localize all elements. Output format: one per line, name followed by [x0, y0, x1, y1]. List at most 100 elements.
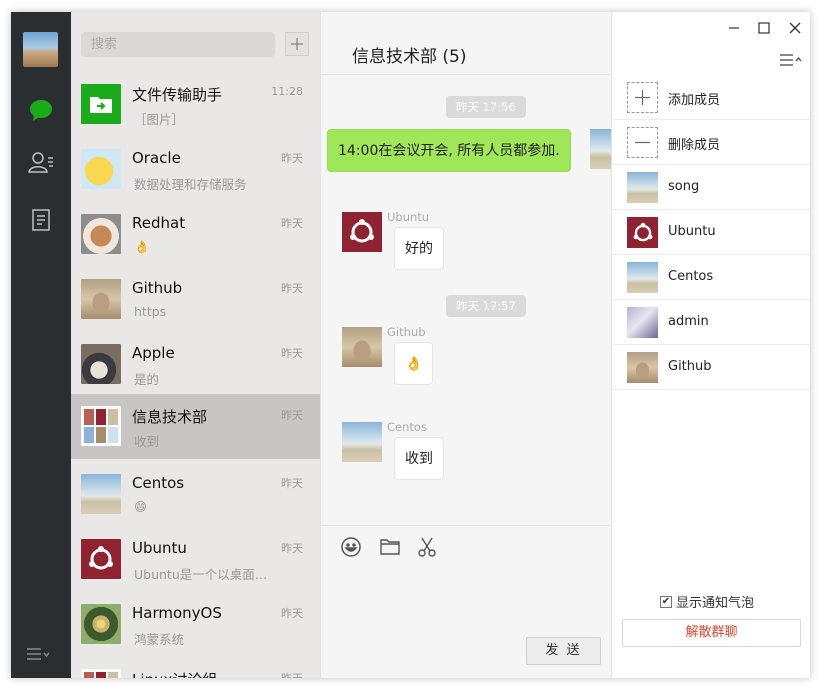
conversation-preview: 👌 — [134, 239, 150, 254]
remove-member-label: 删除成员 — [668, 138, 721, 153]
my-avatar[interactable] — [23, 32, 58, 67]
member-avatar — [627, 307, 658, 338]
conversation-item[interactable]: 文件传输助手 ［图片］ 11:28 — [71, 72, 320, 137]
message-bubble[interactable]: 好的 — [394, 227, 444, 270]
message-bubble-self[interactable]: 14:00在会议开会, 所有人员都参加. — [327, 129, 571, 172]
add-chat-button[interactable] — [285, 32, 309, 56]
redhat-avatar — [81, 214, 121, 254]
member-item[interactable]: admin — [612, 300, 810, 345]
search-input[interactable]: 搜索 — [81, 32, 275, 57]
conversation-name: Github — [132, 279, 183, 297]
conversation-preview: ［图片］ — [134, 112, 185, 127]
conversation-name: Linux讨论组 — [132, 669, 217, 678]
plus-icon — [627, 82, 658, 113]
contacts-icon[interactable] — [26, 147, 56, 177]
conversation-item[interactable]: Ubuntu Ubuntu是一个以桌面… 昨天 — [71, 527, 320, 592]
message-sender: Centos — [387, 420, 427, 434]
conversation-time: 昨天 — [281, 347, 303, 360]
conversation-item[interactable]: HarmonyOS 鸿蒙系统 昨天 — [71, 592, 320, 657]
minimize-icon[interactable] — [726, 20, 742, 36]
member-avatar — [627, 352, 658, 383]
github-avatar — [81, 279, 121, 319]
member-avatar — [627, 262, 658, 293]
chat-menu-icon[interactable] — [778, 52, 804, 68]
github-avatar[interactable] — [342, 327, 382, 367]
remove-member-button[interactable]: 删除成员 — [612, 120, 810, 165]
folder-icon[interactable] — [379, 536, 401, 558]
linux-group-avatar — [81, 669, 121, 678]
settings-menu-icon[interactable] — [25, 646, 55, 666]
centos-avatar[interactable] — [342, 422, 382, 462]
conversation-item[interactable]: Apple 是的 昨天 — [71, 332, 320, 397]
conversation-name: Apple — [132, 344, 175, 362]
conversation-time: 昨天 — [281, 409, 303, 422]
message-timestamp: 昨天 17:57 — [446, 295, 526, 317]
conversation-item[interactable]: Redhat 👌 昨天 — [71, 202, 320, 267]
add-member-button[interactable]: 添加成员 — [612, 75, 810, 120]
conversation-item-selected[interactable]: 信息技术部 收到 昨天 — [71, 394, 320, 459]
nav-sidebar — [11, 12, 71, 678]
file-transfer-avatar — [81, 84, 121, 124]
member-item[interactable]: Github — [612, 345, 810, 390]
member-item[interactable]: song — [612, 165, 810, 210]
send-button[interactable]: 发 送 — [526, 637, 601, 665]
message-bubble[interactable]: 👌 — [394, 342, 434, 385]
apple-avatar — [81, 344, 121, 384]
conversation-item[interactable]: Linux讨论组 昨天 — [71, 657, 320, 678]
chat-icon[interactable] — [26, 95, 56, 125]
chat-area: 信息技术部 (5) 昨天 17:56 14:00在会议开会, 所有人员都参加. … — [320, 12, 612, 678]
member-name: Centos — [668, 269, 714, 284]
member-name: Ubuntu — [668, 224, 716, 239]
notify-toggle[interactable]: ✔ 显示通知气泡 — [660, 592, 754, 611]
emoji-icon[interactable] — [340, 536, 362, 558]
notify-label: 显示通知气泡 — [676, 596, 755, 611]
conversation-preview: Ubuntu是一个以桌面… — [134, 567, 268, 582]
member-name: admin — [668, 314, 709, 329]
message-bubble[interactable]: 收到 — [394, 437, 444, 480]
member-name: song — [668, 179, 700, 194]
conversation-time: 昨天 — [281, 477, 303, 490]
message-sender: Ubuntu — [387, 210, 430, 224]
scissors-icon[interactable] — [416, 536, 438, 558]
favorites-icon[interactable] — [26, 205, 56, 235]
conversation-item[interactable]: Oracle 数据处理和存储服务 昨天 — [71, 137, 320, 202]
chat-header: 信息技术部 (5) — [321, 12, 612, 75]
conversation-time: 昨天 — [281, 152, 303, 165]
conversation-preview: https — [134, 304, 167, 319]
group-info-panel: 添加成员 删除成员 song Ubuntu Centos admin Githu… — [611, 12, 810, 678]
wechat-window: 搜索 文件传输助手 ［图片］ 11:28 Oracle 数据处理和存储服务 昨天… — [11, 12, 810, 678]
group-avatar — [81, 406, 121, 446]
harmonyos-avatar — [81, 604, 121, 644]
chat-title: 信息技术部 (5) — [352, 47, 467, 67]
dissolve-group-button[interactable]: 解散群聊 — [622, 619, 801, 647]
conversation-preview: 是的 — [134, 372, 160, 387]
conversation-name: Ubuntu — [132, 539, 187, 557]
member-item[interactable]: Ubuntu — [612, 210, 810, 255]
centos-avatar — [81, 474, 121, 514]
member-item[interactable]: Centos — [612, 255, 810, 300]
conversation-item[interactable]: Github https 昨天 — [71, 267, 320, 332]
conversation-name: Oracle — [132, 149, 181, 167]
conversation-name: HarmonyOS — [132, 604, 222, 622]
input-toolbar-divider — [321, 525, 612, 526]
conversation-time: 昨天 — [281, 542, 303, 555]
message-timestamp: 昨天 17:56 — [446, 96, 526, 118]
ubuntu-avatar[interactable] — [342, 212, 382, 252]
member-avatar — [627, 217, 658, 248]
conversation-item[interactable]: Centos 😄 昨天 — [71, 462, 320, 527]
conversation-list: 搜索 文件传输助手 ［图片］ 11:28 Oracle 数据处理和存储服务 昨天… — [71, 12, 320, 678]
notify-checkbox[interactable]: ✔ — [660, 595, 672, 608]
member-avatar — [627, 172, 658, 203]
add-member-label: 添加成员 — [668, 93, 721, 108]
maximize-icon[interactable] — [756, 20, 772, 36]
conversation-preview: 鸿蒙系统 — [134, 632, 185, 647]
minus-icon — [627, 127, 658, 158]
conversation-time: 昨天 — [281, 282, 303, 295]
ubuntu-avatar — [81, 539, 121, 579]
conversation-preview: 数据处理和存储服务 — [134, 177, 247, 192]
conversation-time: 昨天 — [281, 670, 303, 678]
close-icon[interactable] — [787, 20, 803, 36]
conversation-time: 昨天 — [281, 607, 303, 620]
self-avatar[interactable] — [590, 129, 612, 169]
conversation-name: 信息技术部 — [132, 408, 208, 426]
